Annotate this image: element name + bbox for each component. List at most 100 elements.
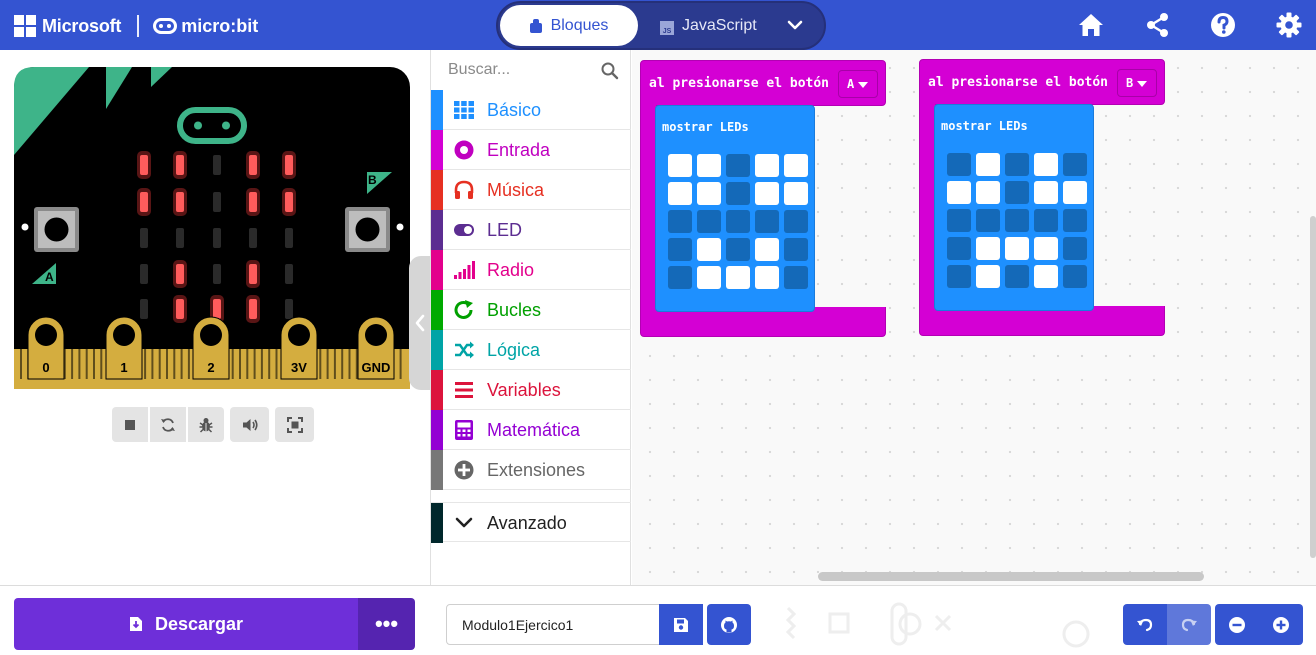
search-input[interactable]: Buscar... bbox=[431, 50, 631, 90]
project-name-input[interactable] bbox=[446, 604, 660, 645]
led-cell[interactable] bbox=[784, 210, 808, 233]
category-matematica[interactable]: Matemática bbox=[431, 410, 631, 450]
blocks-workspace[interactable]: al presionarse el botón Amostrar LEDs al p… bbox=[632, 50, 1316, 585]
led-cell[interactable] bbox=[697, 210, 721, 233]
event-block-header[interactable]: al presionarse el botón A bbox=[640, 60, 886, 106]
led-cell[interactable] bbox=[1034, 153, 1058, 176]
led-cell[interactable] bbox=[668, 182, 692, 205]
led-cell[interactable] bbox=[697, 266, 721, 289]
led-cell[interactable] bbox=[755, 182, 779, 205]
led-cell[interactable] bbox=[947, 209, 971, 232]
category-entrada[interactable]: Entrada bbox=[431, 130, 631, 170]
category-basico[interactable]: Básico bbox=[431, 90, 631, 130]
led-cell[interactable] bbox=[1034, 265, 1058, 288]
led-cell[interactable] bbox=[976, 181, 1000, 204]
led-cell[interactable] bbox=[668, 154, 692, 177]
led-cell[interactable] bbox=[976, 237, 1000, 260]
share-icon[interactable] bbox=[1144, 11, 1172, 39]
fullscreen-button[interactable] bbox=[275, 407, 314, 442]
led-cell[interactable] bbox=[726, 182, 750, 205]
led-cell[interactable] bbox=[726, 154, 750, 177]
microbit-board[interactable]: A B 0 1 2 3V GND bbox=[14, 67, 410, 389]
zoom-in-button[interactable] bbox=[1259, 604, 1303, 645]
category-extensiones[interactable]: Extensiones bbox=[431, 450, 631, 490]
redo-button[interactable] bbox=[1167, 604, 1211, 645]
stop-button[interactable] bbox=[112, 407, 148, 442]
led-cell[interactable] bbox=[1005, 265, 1029, 288]
button-b[interactable] bbox=[345, 207, 390, 252]
led-cell[interactable] bbox=[668, 266, 692, 289]
led-cell[interactable] bbox=[755, 238, 779, 261]
led-cell[interactable] bbox=[755, 210, 779, 233]
led-cell[interactable] bbox=[697, 238, 721, 261]
sound-button[interactable] bbox=[230, 407, 269, 442]
led-cell[interactable] bbox=[947, 153, 971, 176]
home-icon[interactable] bbox=[1077, 11, 1105, 39]
led-cell[interactable] bbox=[947, 237, 971, 260]
led-cell[interactable] bbox=[1005, 181, 1029, 204]
chevron-down-icon[interactable] bbox=[787, 17, 803, 33]
show-leds-block[interactable]: mostrar LEDs bbox=[934, 104, 1094, 311]
led-cell[interactable] bbox=[784, 266, 808, 289]
led-cell[interactable] bbox=[1063, 209, 1087, 232]
zoom-out-button[interactable] bbox=[1215, 604, 1259, 645]
pin-1[interactable]: 1 bbox=[105, 316, 143, 380]
led-cell[interactable] bbox=[976, 265, 1000, 288]
save-button[interactable] bbox=[659, 604, 703, 645]
more-options-button[interactable]: ••• bbox=[358, 598, 415, 650]
button-dropdown[interactable]: B bbox=[1117, 69, 1157, 97]
led-cell[interactable] bbox=[726, 266, 750, 289]
led-cell[interactable] bbox=[668, 210, 692, 233]
led-cell[interactable] bbox=[1005, 153, 1029, 176]
led-cell[interactable] bbox=[697, 154, 721, 177]
pin-3v[interactable]: 3V bbox=[280, 316, 318, 380]
event-block-header[interactable]: al presionarse el botón B bbox=[919, 59, 1165, 105]
led-cell[interactable] bbox=[1034, 181, 1058, 204]
led-cell[interactable] bbox=[726, 238, 750, 261]
collapse-simulator-handle[interactable] bbox=[409, 256, 431, 390]
led-cell[interactable] bbox=[697, 182, 721, 205]
pin-2[interactable]: 2 bbox=[192, 316, 230, 380]
button-dropdown[interactable]: A bbox=[838, 70, 878, 98]
pin-gnd[interactable]: GND bbox=[357, 316, 395, 380]
led-cell[interactable] bbox=[1034, 209, 1058, 232]
brand[interactable]: Microsoft micro:bit bbox=[14, 13, 258, 39]
undo-button[interactable] bbox=[1123, 604, 1167, 645]
help-icon[interactable] bbox=[1209, 11, 1237, 39]
category-led[interactable]: LED bbox=[431, 210, 631, 250]
settings-icon[interactable] bbox=[1275, 11, 1303, 39]
led-cell[interactable] bbox=[1063, 153, 1087, 176]
category-radio[interactable]: Radio bbox=[431, 250, 631, 290]
show-leds-block[interactable]: mostrar LEDs bbox=[655, 105, 815, 312]
led-cell[interactable] bbox=[755, 154, 779, 177]
pin-0[interactable]: 0 bbox=[27, 316, 65, 380]
tab-blocks[interactable]: Bloques bbox=[500, 5, 638, 46]
restart-button[interactable] bbox=[150, 407, 186, 442]
led-cell[interactable] bbox=[1005, 237, 1029, 260]
led-cell[interactable] bbox=[784, 182, 808, 205]
horizontal-scrollbar[interactable] bbox=[818, 572, 1204, 581]
led-cell[interactable] bbox=[976, 209, 1000, 232]
led-cell[interactable] bbox=[947, 265, 971, 288]
github-button[interactable] bbox=[707, 604, 751, 645]
led-cell[interactable] bbox=[1005, 209, 1029, 232]
led-cell[interactable] bbox=[1063, 181, 1087, 204]
led-cell[interactable] bbox=[784, 154, 808, 177]
led-cell[interactable] bbox=[726, 210, 750, 233]
led-cell[interactable] bbox=[784, 238, 808, 261]
category-variables[interactable]: Variables bbox=[431, 370, 631, 410]
led-cell[interactable] bbox=[976, 153, 1000, 176]
tab-javascript[interactable]: JS JavaScript bbox=[660, 5, 757, 46]
led-cell[interactable] bbox=[1063, 237, 1087, 260]
vertical-scrollbar[interactable] bbox=[1310, 216, 1316, 558]
download-button[interactable]: Descargar bbox=[14, 598, 358, 650]
led-cell[interactable] bbox=[755, 266, 779, 289]
button-a[interactable] bbox=[34, 207, 79, 252]
category-bucles[interactable]: Bucles bbox=[431, 290, 631, 330]
led-cell[interactable] bbox=[668, 238, 692, 261]
led-cell[interactable] bbox=[947, 181, 971, 204]
led-cell[interactable] bbox=[1063, 265, 1087, 288]
debug-button[interactable] bbox=[188, 407, 224, 442]
category-avanzado[interactable]: Avanzado bbox=[431, 502, 631, 543]
category-logica[interactable]: Lógica bbox=[431, 330, 631, 370]
